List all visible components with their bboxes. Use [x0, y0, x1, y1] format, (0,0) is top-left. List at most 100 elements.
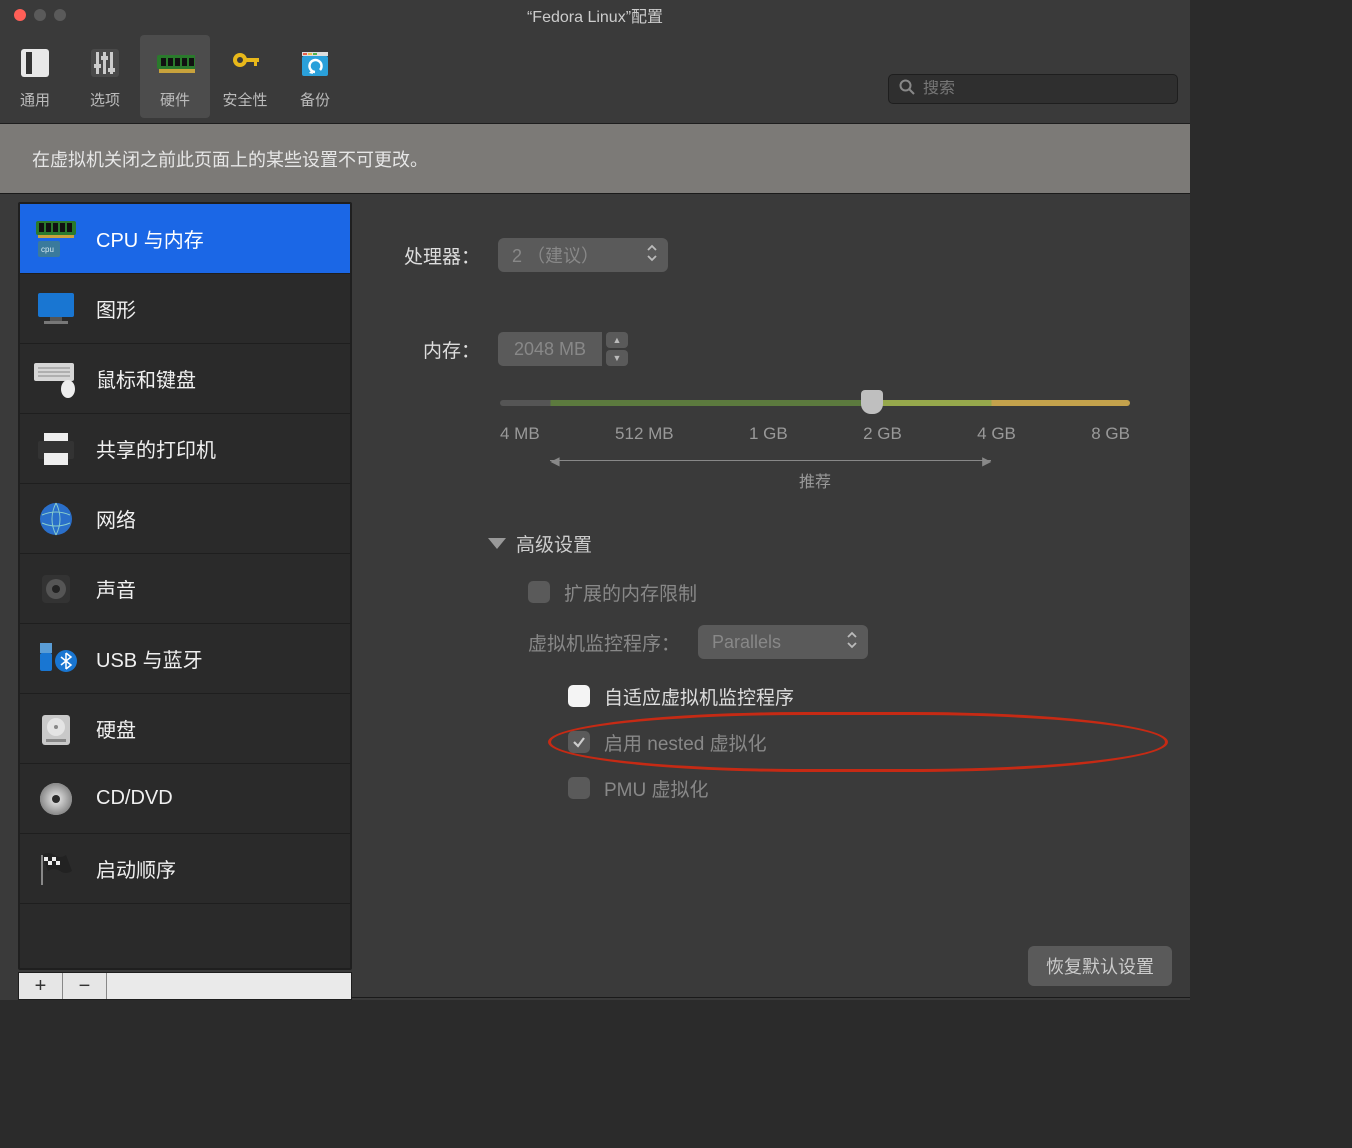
restore-icon	[295, 43, 335, 83]
toolbar-security[interactable]: 安全性	[210, 35, 280, 118]
sidebar-item-label: 网络	[96, 504, 136, 533]
sidebar-container: cpu CPU 与内存 图形 鼠标和键盘	[0, 194, 352, 1000]
processor-row: 处理器： 2 （建议）	[388, 230, 1150, 280]
search-input[interactable]	[923, 80, 1167, 98]
pmu-virt-label: PMU 虚拟化	[604, 775, 709, 802]
sidebar-footer: + −	[18, 972, 352, 1000]
range-arrow-left-icon: ◀	[550, 454, 559, 468]
remove-device-button[interactable]: −	[63, 973, 107, 999]
slider-tick: 4 GB	[977, 424, 1016, 444]
toolbar: 通用 选项 硬件 安全性 备份	[0, 30, 1190, 124]
advanced-label: 高级设置	[516, 530, 592, 557]
toolbar-hardware[interactable]: 硬件	[140, 35, 210, 118]
search-icon	[899, 79, 915, 100]
sidebar-item-label: 共享的打印机	[96, 434, 216, 463]
flag-icon	[32, 847, 80, 891]
sidebar-footer-fill	[107, 973, 351, 999]
slider-tick: 1 GB	[749, 424, 788, 444]
toolbar-backup[interactable]: 备份	[280, 35, 350, 118]
sidebar-item-label: 启动顺序	[96, 854, 176, 883]
recommended-range: ◀ ▶ 推荐	[500, 450, 1130, 484]
add-device-button[interactable]: +	[19, 973, 63, 999]
slider-tick: 2 GB	[863, 424, 902, 444]
hardware-sidebar: cpu CPU 与内存 图形 鼠标和键盘	[18, 202, 352, 970]
titlebar: “Fedora Linux”配置	[0, 0, 1190, 30]
processor-select[interactable]: 2 （建议）	[498, 238, 668, 272]
slider-track[interactable]	[500, 400, 1130, 406]
ram-chip-icon: cpu	[32, 217, 80, 261]
sidebar-item-label: 鼠标和键盘	[96, 364, 196, 393]
processor-label: 处理器：	[388, 242, 498, 269]
toolbar-label: 备份	[300, 89, 330, 110]
sidebar-item-label: CPU 与内存	[96, 224, 204, 253]
pmu-virt-row[interactable]: PMU 虚拟化	[568, 765, 1150, 811]
memory-row: 内存： 2048 MB ▲ ▼	[388, 324, 1150, 374]
adaptive-hv-label: 自适应虚拟机监控程序	[604, 683, 794, 710]
sidebar-item-harddisk[interactable]: 硬盘	[20, 694, 350, 764]
memory-label: 内存：	[388, 336, 498, 363]
vm-config-window: “Fedora Linux”配置 通用 选项 硬件 安全性	[0, 0, 1190, 1000]
adaptive-hypervisor-row[interactable]: 自适应虚拟机监控程序	[568, 673, 1150, 719]
sidebar-item-mouse-keyboard[interactable]: 鼠标和键盘	[20, 344, 350, 414]
restore-defaults-button[interactable]: 恢复默认设置	[1028, 946, 1172, 986]
stepper-up-icon[interactable]: ▲	[606, 332, 628, 348]
switch-icon	[15, 43, 55, 83]
processor-value: 2 （建议）	[512, 242, 599, 268]
stepper-buttons: ▲ ▼	[606, 332, 628, 366]
sidebar-item-label: 图形	[96, 294, 136, 323]
content-area: cpu CPU 与内存 图形 鼠标和键盘	[0, 194, 1190, 1000]
ram-icon	[155, 43, 195, 83]
sidebar-item-usb-bluetooth[interactable]: USB 与蓝牙	[20, 624, 350, 694]
sidebar-item-boot-order[interactable]: 启动顺序	[20, 834, 350, 904]
stepper-down-icon[interactable]: ▼	[606, 350, 628, 366]
hypervisor-row: 虚拟机监控程序： Parallels	[528, 625, 1150, 659]
toolbar-label: 选项	[90, 89, 120, 110]
extended-memory-limit-row[interactable]: 扩展的内存限制	[528, 569, 1150, 615]
globe-icon	[32, 497, 80, 541]
chevron-updown-icon	[646, 244, 660, 267]
sidebar-item-shared-printers[interactable]: 共享的打印机	[20, 414, 350, 484]
sidebar-item-sound[interactable]: 声音	[20, 554, 350, 624]
toolbar-general[interactable]: 通用	[0, 35, 70, 118]
checkbox-unchecked-icon[interactable]	[568, 777, 590, 799]
recommended-caption: 推荐	[500, 468, 1130, 492]
window-title: “Fedora Linux”配置	[0, 3, 1190, 27]
sidebar-item-network[interactable]: 网络	[20, 484, 350, 554]
printer-icon	[32, 427, 80, 471]
toolbar-options[interactable]: 选项	[70, 35, 140, 118]
chevron-updown-icon	[846, 631, 858, 654]
hypervisor-select[interactable]: Parallels	[698, 625, 868, 659]
disclosure-triangle-icon	[488, 538, 506, 549]
sidebar-item-label: USB 与蓝牙	[96, 644, 203, 673]
toolbar-label: 硬件	[160, 89, 190, 110]
nested-virt-label: 启用 nested 虚拟化	[604, 729, 767, 756]
slider-tick: 4 MB	[500, 424, 540, 444]
hdd-icon	[32, 707, 80, 751]
sidebar-item-cd-dvd[interactable]: CD/DVD	[20, 764, 350, 834]
memory-stepper[interactable]: 2048 MB ▲ ▼	[498, 332, 628, 366]
checkbox-checked-icon[interactable]	[568, 731, 590, 753]
slider-tick-labels: 4 MB 512 MB 1 GB 2 GB 4 GB 8 GB	[500, 424, 1130, 444]
slider-knob-icon[interactable]	[861, 390, 883, 414]
divider	[352, 997, 1190, 998]
hypervisor-label: 虚拟机监控程序：	[528, 629, 680, 656]
range-arrow-right-icon: ▶	[982, 454, 991, 468]
search-field[interactable]	[888, 74, 1178, 104]
advanced-disclosure[interactable]: 高级设置	[488, 530, 1150, 557]
toolbar-label: 安全性	[222, 89, 267, 110]
nested-virt-row[interactable]: 启用 nested 虚拟化	[568, 719, 1150, 765]
sidebar-item-cpu-memory[interactable]: cpu CPU 与内存	[20, 204, 350, 274]
restore-label: 恢复默认设置	[1046, 957, 1154, 977]
slider-tick: 512 MB	[615, 424, 674, 444]
sidebar-item-label: CD/DVD	[96, 787, 173, 810]
hypervisor-value: Parallels	[712, 632, 781, 653]
usb-bluetooth-icon	[32, 637, 80, 681]
checkbox-unchecked-icon[interactable]	[528, 581, 550, 603]
checkbox-unchecked-icon[interactable]	[568, 685, 590, 707]
sidebar-item-label: 声音	[96, 574, 136, 603]
svg-text:cpu: cpu	[41, 245, 54, 254]
ext-mem-label: 扩展的内存限制	[564, 579, 697, 606]
sidebar-item-graphics[interactable]: 图形	[20, 274, 350, 344]
memory-slider[interactable]: 4 MB 512 MB 1 GB 2 GB 4 GB 8 GB ◀ ▶ 推荐	[500, 400, 1150, 484]
monitor-icon	[32, 287, 80, 331]
